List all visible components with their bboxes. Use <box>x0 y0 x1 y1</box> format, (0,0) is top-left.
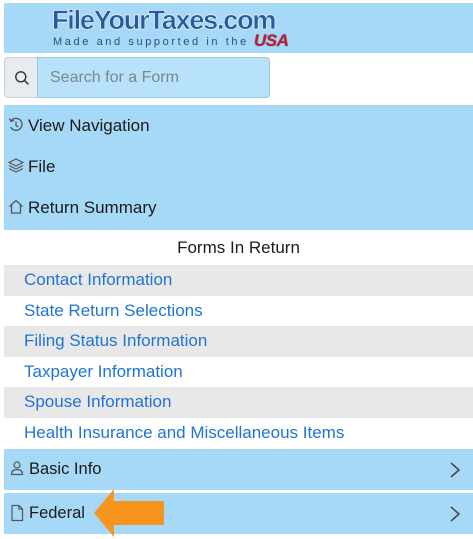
layers-icon <box>8 158 24 173</box>
history-icon <box>8 117 23 131</box>
section-label: Federal <box>29 504 85 522</box>
nav-item-label: Return Summary <box>28 198 157 217</box>
home-icon <box>9 199 23 214</box>
search-button[interactable] <box>4 57 38 98</box>
section-basic-info[interactable]: Basic Info <box>4 449 473 490</box>
forms-list: Contact Information State Return Selecti… <box>4 265 473 448</box>
forms-in-return-title: Forms In Return <box>4 232 473 264</box>
site-logo[interactable]: FileYourTaxes.com Made and supported in … <box>52 5 302 51</box>
search-icon <box>14 70 29 85</box>
chevron-right-icon <box>450 506 461 522</box>
logo-brand: FileYourTaxes.com <box>52 5 277 35</box>
section-label: Basic Info <box>29 460 102 478</box>
search-input[interactable] <box>37 57 270 98</box>
nav-item-view-navigation[interactable]: View Navigation <box>4 106 473 146</box>
form-link-health-insurance[interactable]: Health Insurance and Miscellaneous Items <box>4 417 473 448</box>
nav-panel: View Navigation File Return Summary <box>4 105 473 230</box>
form-link-filing-status-information[interactable]: Filing Status Information <box>4 326 473 357</box>
nav-item-label: File <box>28 157 56 176</box>
chevron-right-icon <box>450 462 461 478</box>
search-row <box>4 57 473 98</box>
form-link-contact-information[interactable]: Contact Information <box>4 265 473 296</box>
person-icon <box>10 461 24 476</box>
site-header: FileYourTaxes.com Made and supported in … <box>4 3 473 53</box>
nav-item-return-summary[interactable]: Return Summary <box>4 188 473 228</box>
app-frame: FileYourTaxes.com Made and supported in … <box>4 3 473 539</box>
nav-item-file[interactable]: File <box>4 147 473 187</box>
form-link-state-return-selections[interactable]: State Return Selections <box>4 295 473 326</box>
nav-item-label: View Navigation <box>28 116 150 135</box>
logo-tagline: Made and supported in the <box>53 36 249 48</box>
section-federal[interactable]: Federal <box>4 493 473 534</box>
orange-arrow-icon <box>94 489 164 537</box>
form-link-taxpayer-information[interactable]: Taxpayer Information <box>4 356 473 387</box>
logo-usa: USA <box>254 31 289 50</box>
form-link-spouse-information[interactable]: Spouse Information <box>4 387 473 418</box>
document-icon <box>11 504 24 522</box>
